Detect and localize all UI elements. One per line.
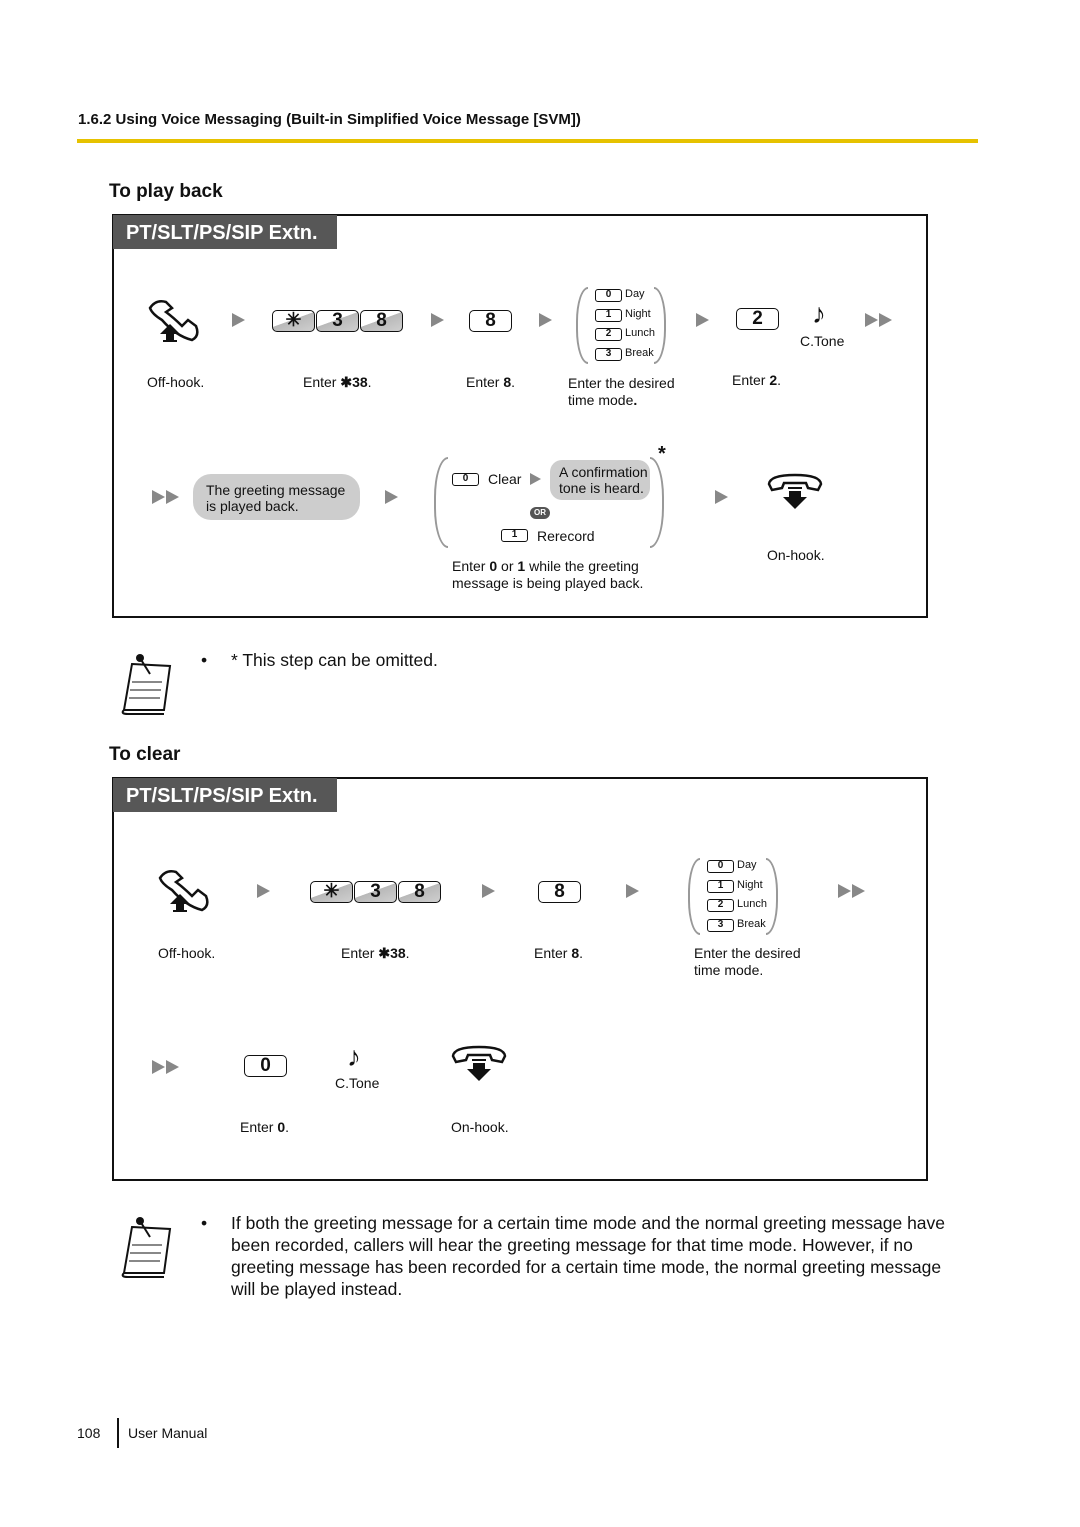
mode-key-break: 3	[595, 347, 622, 361]
note-icon	[121, 1217, 172, 1278]
mode-label: Enter the desired time mode.	[568, 375, 675, 408]
arrow-icon	[715, 490, 728, 504]
page-number: 108	[77, 1425, 101, 1441]
arrow-icon	[696, 313, 709, 327]
key-8: 8	[398, 881, 441, 903]
ctone-label: C.Tone	[800, 333, 845, 349]
mode-key-lunch: 2	[707, 899, 734, 912]
rerecord-label: Rerecord	[537, 528, 595, 544]
mode-label: Enter the desired time mode.	[694, 945, 801, 978]
double-arrow-icon	[879, 313, 892, 327]
double-arrow-icon	[865, 313, 878, 327]
enter2-label: Enter 2.	[732, 372, 782, 388]
note-text: If both the greeting message for a certa…	[231, 1213, 946, 1299]
arrow-icon	[539, 313, 552, 327]
clear-box	[112, 777, 928, 1181]
arrow-icon	[482, 884, 495, 898]
arrow-icon	[530, 473, 541, 485]
header-rule	[77, 139, 978, 143]
mode-key-day: 0	[707, 860, 734, 873]
arrow-icon	[626, 884, 639, 898]
playback-tab: PT/SLT/PS/SIP Extn.	[113, 215, 337, 249]
tone-icon: ♪	[347, 1041, 361, 1072]
double-arrow-icon	[152, 1060, 165, 1074]
tone-icon: ♪	[812, 298, 826, 329]
arrow-icon	[232, 313, 245, 327]
mode-label-lunch: Lunch	[737, 898, 767, 910]
manual-page: 1.6.2 Using Voice Messaging (Built-in Si…	[0, 0, 1080, 1527]
key-1: 1	[501, 529, 528, 542]
clear-tab: PT/SLT/PS/SIP Extn.	[113, 778, 337, 812]
enter0-label: Enter 0.	[240, 1119, 290, 1135]
key-star: ✳	[272, 310, 315, 332]
key-8: 8	[360, 310, 403, 332]
greeting-bubble: The greeting message is played back.	[193, 474, 360, 520]
mode-label-night: Night	[625, 307, 651, 320]
key-0: 0	[452, 473, 479, 486]
arrow-icon	[385, 490, 398, 504]
mode-label-day: Day	[737, 859, 757, 871]
key-8: 8	[469, 310, 512, 332]
offhook-label: Off-hook.	[158, 945, 216, 961]
bullet: •	[201, 650, 208, 670]
enter-star38-label: Enter ✱38.	[341, 945, 410, 961]
on-hook-icon	[767, 473, 823, 509]
mode-label-day: Day	[625, 288, 645, 300]
or-badge: OR	[530, 507, 550, 519]
double-arrow-icon	[838, 884, 851, 898]
on-hook-icon	[451, 1045, 507, 1081]
key-3: 3	[316, 310, 359, 332]
mode-key-lunch: 2	[595, 328, 622, 341]
key-8: 8	[538, 881, 581, 903]
clear-label: Clear	[488, 471, 522, 487]
note-icon	[121, 654, 172, 715]
mode-label-break: Break	[625, 346, 654, 359]
enter01-label: Enter 0 or 1 while the greeting message i…	[452, 558, 644, 591]
note-text: * This step can be omitted.	[231, 650, 438, 670]
mode-key-break: 3	[707, 918, 734, 932]
section-header: 1.6.2 Using Voice Messaging (Built-in Si…	[78, 111, 581, 128]
enter8-label: Enter 8.	[534, 945, 584, 961]
playback-title: To play back	[109, 181, 223, 202]
offhook-label: Off-hook.	[147, 374, 205, 390]
mode-label-night: Night	[737, 878, 763, 891]
optional-asterisk: *	[658, 443, 666, 465]
onhook-label: On-hook.	[451, 1119, 509, 1135]
double-arrow-icon	[166, 1060, 179, 1074]
bullet: •	[201, 1213, 208, 1233]
key-0: 0	[244, 1055, 287, 1077]
double-arrow-icon	[152, 490, 165, 504]
key-2: 2	[736, 308, 779, 330]
ctone-label: C.Tone	[335, 1075, 380, 1091]
off-hook-icon	[148, 300, 199, 342]
double-arrow-icon	[166, 490, 179, 504]
onhook-label: On-hook.	[767, 547, 825, 563]
enter-star38-label: Enter ✱38.	[303, 374, 372, 390]
mode-key-night: 1	[595, 308, 622, 322]
double-arrow-icon	[852, 884, 865, 898]
arrow-icon	[257, 884, 270, 898]
mode-key-night: 1	[707, 879, 734, 893]
footer-divider	[117, 1418, 119, 1448]
confirmation-bubble: A confirmation tone is heard.	[550, 460, 650, 500]
arrow-icon	[431, 313, 444, 327]
enter8-label: Enter 8.	[466, 374, 516, 390]
mode-key-day: 0	[595, 289, 622, 302]
key-star: ✳	[310, 881, 353, 903]
clear-title: To clear	[109, 744, 181, 765]
off-hook-icon	[158, 870, 209, 912]
mode-label-lunch: Lunch	[625, 327, 655, 339]
footer-label: User Manual	[128, 1425, 208, 1441]
key-3: 3	[354, 881, 397, 903]
mode-label-break: Break	[737, 917, 766, 930]
